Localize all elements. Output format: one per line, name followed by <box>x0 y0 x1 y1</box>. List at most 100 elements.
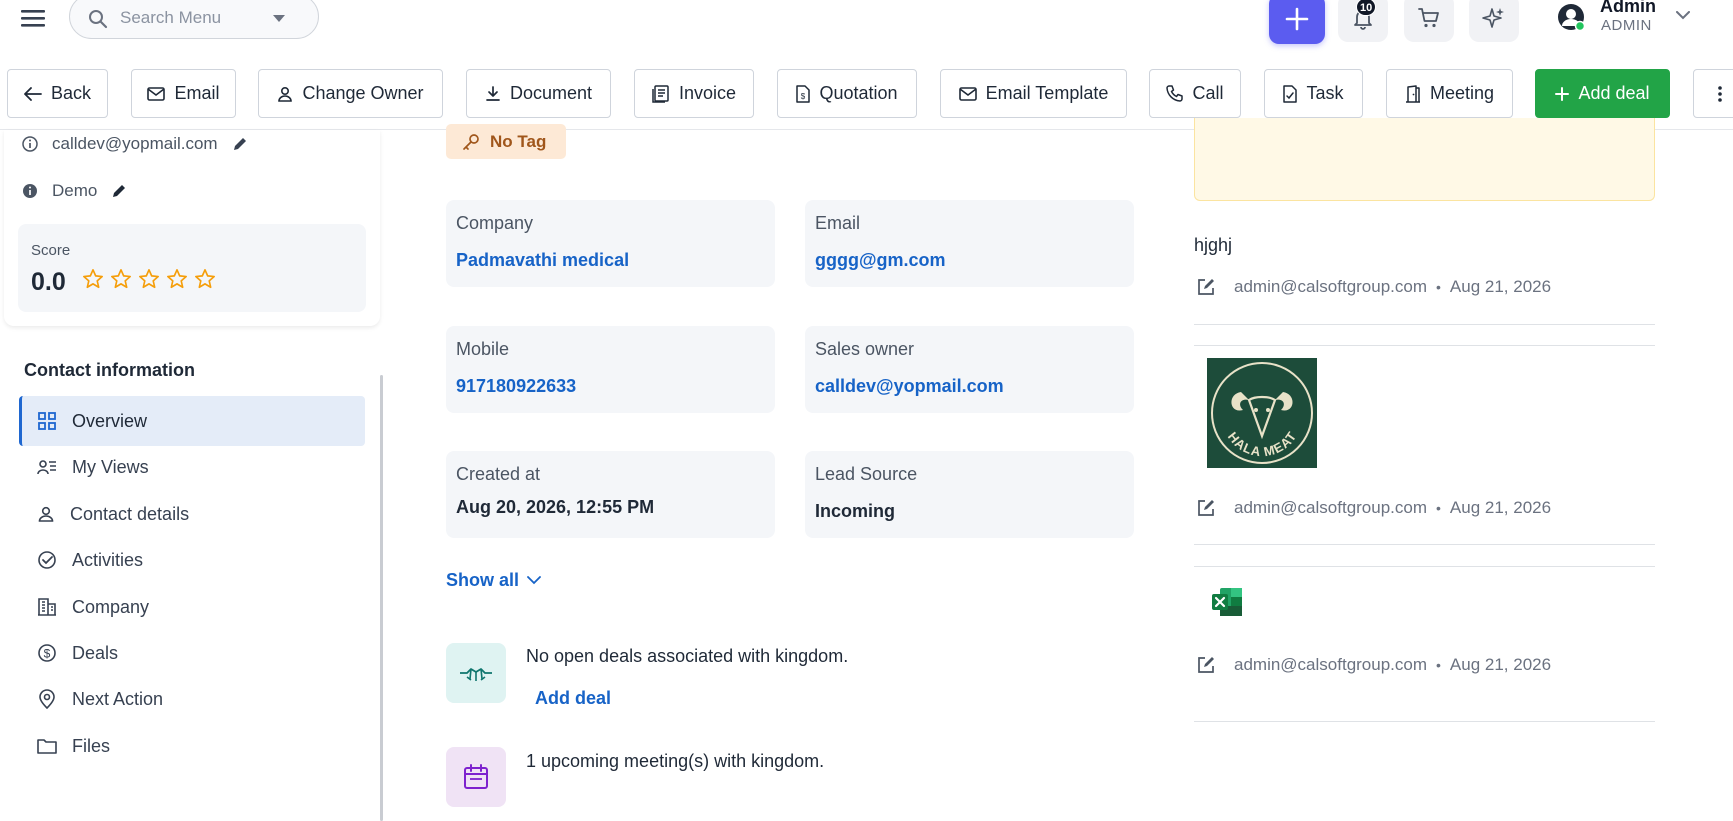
star-rating[interactable] <box>82 268 216 290</box>
quotation-button[interactable]: $ Quotation <box>777 69 917 118</box>
caret-down-icon[interactable] <box>273 15 285 22</box>
user-role: ADMIN <box>1601 17 1652 34</box>
email-label: Email <box>174 83 220 103</box>
email-link[interactable]: gggg@gm.com <box>815 250 946 271</box>
nav-item-deals[interactable]: $ Deals <box>19 628 365 678</box>
info-icon <box>23 184 37 198</box>
lead-source-value: Incoming <box>815 501 895 521</box>
star-icon[interactable] <box>166 268 188 290</box>
cart-button[interactable] <box>1404 0 1454 42</box>
scrollbar[interactable] <box>380 375 383 821</box>
svg-text:$: $ <box>44 647 51 661</box>
mail-icon <box>147 86 166 101</box>
separator-dot: • <box>1436 500 1441 516</box>
change-owner-button[interactable]: Change Owner <box>258 69 443 118</box>
note-date: Aug 21, 2026 <box>1449 655 1552 674</box>
hamburger-menu-icon[interactable] <box>20 8 48 30</box>
task-doc-icon <box>1283 84 1298 103</box>
field-created-at: Created at Aug 20, 2026, 12:55 PM <box>446 451 775 538</box>
pin-icon <box>39 689 55 709</box>
pencil-icon[interactable] <box>232 136 248 152</box>
score-label: Score <box>31 242 71 259</box>
company-link[interactable]: Padmavathi medical <box>456 250 629 271</box>
email-button[interactable]: Email <box>131 69 236 118</box>
tag-icon <box>463 133 479 150</box>
show-all-label: Show all <box>446 570 520 590</box>
quotation-doc-icon: $ <box>796 84 811 103</box>
nav-item-activities[interactable]: Activities <box>19 535 365 585</box>
svg-text:$: $ <box>801 92 806 101</box>
nav-title: Contact information <box>24 360 195 380</box>
email-template-button[interactable]: Email Template <box>940 69 1127 118</box>
kebab-menu-icon <box>1718 85 1722 102</box>
divider <box>1194 544 1655 545</box>
search-menu-input[interactable]: Search Menu <box>69 0 319 39</box>
nav-item-label: Files <box>72 735 111 756</box>
nav-item-label: My Views <box>72 456 149 477</box>
contact-email: calldev@yopmail.com <box>52 134 218 153</box>
note-author: admin@calsoftgroup.com <box>1234 277 1428 296</box>
back-label: Back <box>50 83 92 103</box>
contact-note: Demo <box>52 181 98 200</box>
divider <box>1194 324 1655 325</box>
field-label: Created at <box>456 464 541 484</box>
chevron-down-icon <box>527 576 541 585</box>
mobile-link[interactable]: 917180922633 <box>456 376 576 397</box>
note-meta: admin@calsoftgroup.com • Aug 21, 2026 <box>1196 498 1551 518</box>
hala-meat-logo-image[interactable]: HALA MEAT <box>1207 358 1317 468</box>
quick-create-button[interactable] <box>1269 0 1325 44</box>
handshake-icon <box>446 643 506 703</box>
chevron-down-icon[interactable] <box>1676 11 1690 20</box>
search-placeholder: Search Menu <box>120 8 222 27</box>
pencil-icon[interactable] <box>111 183 127 199</box>
dollar-icon: $ <box>38 644 56 662</box>
edit-icon[interactable] <box>1196 498 1216 518</box>
contact-summary-card: calldev@yopmail.com Demo Score 0.0 <box>4 130 380 326</box>
note-composer[interactable] <box>1194 118 1655 201</box>
star-icon[interactable] <box>194 268 216 290</box>
more-actions-button[interactable] <box>1693 69 1733 118</box>
edit-icon[interactable] <box>1196 277 1216 297</box>
building-icon <box>38 598 56 616</box>
nav-item-my-views[interactable]: My Views <box>19 442 365 492</box>
upcoming-meetings-text: 1 upcoming meeting(s) with kingdom. <box>526 751 825 771</box>
field-lead-source: Lead Source Incoming <box>805 451 1134 538</box>
user-avatar[interactable] <box>1556 2 1586 32</box>
field-mobile: Mobile 917180922633 <box>446 326 775 413</box>
call-button[interactable]: Call <box>1149 69 1241 118</box>
edit-icon[interactable] <box>1196 655 1216 675</box>
show-all-button[interactable]: Show all <box>446 570 541 591</box>
divider <box>1194 345 1655 346</box>
nav-item-company[interactable]: Company <box>19 582 365 632</box>
nav-item-overview[interactable]: Overview <box>19 396 365 446</box>
divider <box>1194 566 1655 567</box>
grid-icon <box>38 412 56 430</box>
star-icon[interactable] <box>110 268 132 290</box>
sales-owner-link[interactable]: calldev@yopmail.com <box>815 376 1004 397</box>
excel-file-icon[interactable] <box>1211 587 1243 617</box>
ai-assistant-button[interactable] <box>1469 0 1519 42</box>
tag-label: No Tag <box>490 131 547 151</box>
meeting-button[interactable]: Meeting <box>1386 69 1513 118</box>
no-tag-badge[interactable]: No Tag <box>446 124 566 159</box>
top-bar: Search Menu 10 Admin ADMIN <box>0 0 1733 60</box>
field-email: Email gggg@gm.com <box>805 200 1134 287</box>
score-value: 0.0 <box>31 268 66 296</box>
star-icon[interactable] <box>82 268 104 290</box>
invoice-button[interactable]: Invoice <box>634 69 754 118</box>
add-deal-button[interactable]: Add deal <box>1535 69 1670 118</box>
nav-item-contact-details[interactable]: Contact details <box>19 489 365 539</box>
field-label: Lead Source <box>815 464 918 484</box>
cart-icon <box>1418 8 1439 28</box>
nav-item-label: Activities <box>72 549 144 570</box>
note-author: admin@calsoftgroup.com <box>1234 655 1428 674</box>
document-button[interactable]: Document <box>466 69 611 118</box>
nav-item-files[interactable]: Files <box>19 721 365 771</box>
nav-item-next-action[interactable]: Next Action <box>19 674 365 724</box>
task-button[interactable]: Task <box>1264 69 1363 118</box>
add-deal-link[interactable]: Add deal <box>535 688 611 709</box>
task-label: Task <box>1306 83 1344 103</box>
back-button[interactable]: Back <box>7 69 108 118</box>
star-icon[interactable] <box>138 268 160 290</box>
invoice-icon <box>652 84 669 103</box>
